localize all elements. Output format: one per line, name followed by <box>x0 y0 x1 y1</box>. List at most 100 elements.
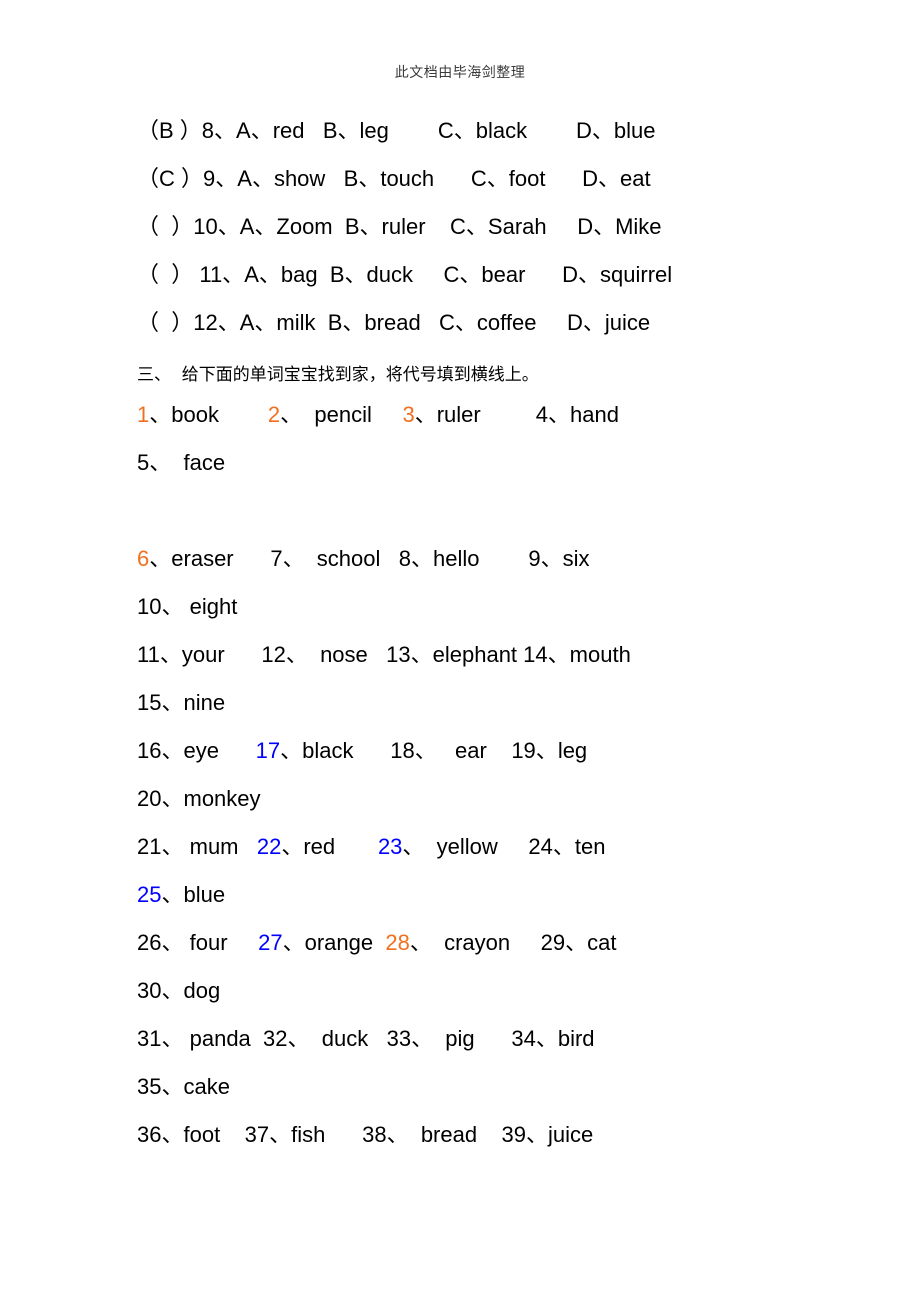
mc-option[interactable]: B、bread <box>328 305 421 337</box>
mc-option[interactable]: C、coffee <box>439 305 536 337</box>
answer-bracket[interactable]: （C ） <box>137 161 203 193</box>
word-bank-item[interactable]: 21、 mum <box>137 829 239 861</box>
answer-bracket[interactable]: （ ） <box>137 257 193 289</box>
word-number: 27 <box>258 930 283 955</box>
mc-option[interactable]: B、touch <box>344 161 435 193</box>
word-bank-item[interactable]: 12、 nose <box>261 637 367 669</box>
option-gap <box>525 262 562 288</box>
word-bank-item[interactable]: 4、hand <box>536 397 619 429</box>
word-text: crayon <box>431 930 511 955</box>
ideographic-comma: 、 <box>282 546 305 571</box>
word-bank-row: 35、cake <box>137 1069 837 1117</box>
word-gap <box>251 1026 263 1052</box>
word-bank-item[interactable]: 23、 yellow <box>378 829 498 861</box>
word-bank-item[interactable]: 35、cake <box>137 1069 230 1101</box>
mc-option[interactable]: D、blue <box>576 113 655 145</box>
word-text: leg <box>557 738 588 763</box>
word-number: 36 <box>137 1122 162 1147</box>
word-number: 32 <box>263 1026 288 1051</box>
mc-option[interactable]: D、Mike <box>577 209 661 241</box>
word-bank-item[interactable]: 36、foot <box>137 1117 220 1149</box>
word-bank-item[interactable]: 29、cat <box>541 925 617 957</box>
mc-option[interactable]: A、red <box>236 113 304 145</box>
mc-option[interactable]: B、duck <box>330 257 413 289</box>
mc-option[interactable]: A、bag <box>244 257 317 289</box>
word-gap <box>475 1026 512 1052</box>
word-bank-item[interactable]: 39、juice <box>502 1117 594 1149</box>
word-bank-item[interactable]: 16、eye <box>137 733 219 765</box>
mc-option[interactable]: C、Sarah <box>450 209 547 241</box>
word-bank-item[interactable]: 14、mouth <box>523 637 631 669</box>
ideographic-comma: 、 <box>547 642 570 667</box>
word-bank-item[interactable]: 6、eraser <box>137 541 234 573</box>
answer-bracket[interactable]: （B ） <box>137 113 202 145</box>
mc-option[interactable]: D、juice <box>567 305 650 337</box>
word-bank-item[interactable]: 3、ruler <box>402 397 480 429</box>
word-bank-item[interactable]: 25、blue <box>137 877 225 909</box>
ideographic-comma: 、 <box>535 1026 558 1051</box>
mc-option[interactable]: C、foot <box>471 161 546 193</box>
word-text: mouth <box>569 642 631 667</box>
mc-option[interactable]: D、eat <box>582 161 650 193</box>
word-bank-item[interactable]: 10、 eight <box>137 589 237 621</box>
mc-option[interactable]: C、black <box>438 113 527 145</box>
word-bank-item[interactable]: 24、ten <box>528 829 605 861</box>
word-bank-row: 25、blue <box>137 877 837 925</box>
option-gap <box>527 118 576 144</box>
word-bank-item[interactable]: 20、monkey <box>137 781 261 813</box>
word-number: 34 <box>511 1026 536 1051</box>
mc-option[interactable]: A、milk <box>240 305 316 337</box>
word-bank-item[interactable]: 31、 panda <box>137 1021 251 1053</box>
word-gap <box>480 546 529 572</box>
word-bank-item[interactable]: 17、black <box>256 733 354 765</box>
word-text: yellow <box>424 834 498 859</box>
mc-option[interactable]: D、squirrel <box>562 257 672 289</box>
word-text: cake <box>183 1074 230 1099</box>
ideographic-comma: 、 <box>161 978 184 1003</box>
mc-option[interactable]: B、ruler <box>345 209 426 241</box>
mc-option[interactable]: B、leg <box>323 113 389 145</box>
word-bank-item[interactable]: 2、 pencil <box>268 397 372 429</box>
question-number: 10、 <box>193 214 240 239</box>
word-text: panda <box>183 1026 251 1051</box>
word-bank-item[interactable]: 28、 crayon <box>385 925 510 957</box>
word-bank-item[interactable]: 32、 duck <box>263 1021 368 1053</box>
option-gap <box>434 166 471 192</box>
word-bank-item[interactable]: 30、dog <box>137 973 220 1005</box>
word-bank-item[interactable]: 26、 four <box>137 925 228 957</box>
mc-option[interactable]: A、Zoom <box>240 209 333 241</box>
word-bank-item[interactable]: 38、 bread <box>362 1117 477 1149</box>
word-bank-item[interactable]: 34、bird <box>511 1021 594 1053</box>
word-number: 16 <box>137 738 162 763</box>
word-bank-item[interactable]: 18、 ear <box>390 733 487 765</box>
word-bank-item[interactable]: 8、hello <box>399 541 480 573</box>
word-bank-item[interactable]: 9、six <box>528 541 589 573</box>
ideographic-comma: 、 <box>269 1122 292 1147</box>
word-bank-item[interactable]: 1、book <box>137 397 219 429</box>
word-text: bird <box>557 1026 595 1051</box>
word-text: monkey <box>183 786 261 811</box>
word-bank-item[interactable]: 15、nine <box>137 685 225 717</box>
answer-bracket[interactable]: （ ） <box>137 209 193 241</box>
word-text: hello <box>433 546 480 571</box>
word-number: 15 <box>137 690 162 715</box>
mc-option[interactable]: A、show <box>237 161 325 193</box>
mc-option[interactable]: C、bear <box>444 257 526 289</box>
worksheet-page: 此文档由毕海剑整理 （B ） 8、 A、red B、leg C、black D、bl… <box>0 0 920 1302</box>
word-bank-item[interactable]: 22、red <box>257 829 335 861</box>
answer-bracket[interactable]: （ ） <box>137 305 193 337</box>
word-gap <box>219 738 256 764</box>
word-bank-row: 11、your 12、 nose 13、elephant 14、mouth <box>137 637 837 685</box>
word-bank-item[interactable]: 11、your <box>137 637 225 669</box>
word-bank-item[interactable]: 19、leg <box>511 733 587 765</box>
word-number: 20 <box>137 786 162 811</box>
word-bank-item[interactable]: 7、 school <box>270 541 380 573</box>
word-bank-item[interactable]: 37、fish <box>245 1117 326 1149</box>
word-bank-item[interactable]: 5、 face <box>137 445 225 477</box>
word-number: 26 <box>137 930 162 955</box>
word-bank-item[interactable]: 13、elephant <box>386 637 517 669</box>
word-bank-item[interactable]: 27、orange <box>258 925 373 957</box>
word-bank-item[interactable]: 33、 pig <box>387 1021 475 1053</box>
ideographic-comma: 、 <box>287 1026 310 1051</box>
question-number: 12、 <box>193 310 240 335</box>
